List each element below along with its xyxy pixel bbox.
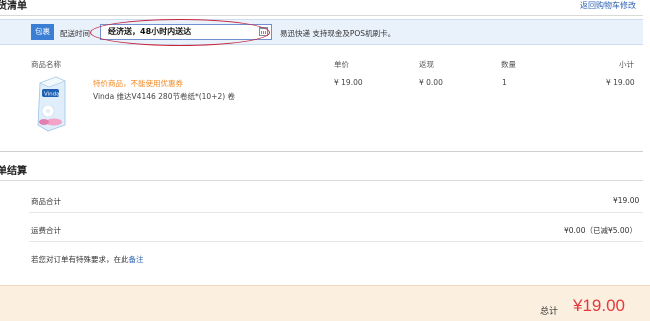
promo-note: 特价商品，不能使用优惠券 <box>93 79 183 88</box>
goods-total-value: ¥19.00 <box>613 196 640 205</box>
settlement-divider <box>0 180 643 181</box>
row-divider <box>29 241 643 242</box>
remark-prefix: 若您对订单有特殊要求，在此 <box>31 255 129 264</box>
express-note: 易迅快递 支持现金及POS机刷卡。 <box>280 29 396 38</box>
col-header-subtotal: 小计 <box>619 60 634 69</box>
product-name-link[interactable]: Vinda 维达V4146 280节卷纸*(10+2) 卷 <box>93 91 235 102</box>
shipping-total-value: ¥0.00（已减¥5.00） <box>564 226 637 235</box>
row-divider <box>29 212 643 213</box>
goods-total-label: 商品合计 <box>31 197 61 206</box>
col-header-quantity: 数量 <box>501 60 516 69</box>
remark-row: 若您对订单有特殊要求，在此备注 <box>31 254 144 265</box>
cart-section-title: 货清单 <box>0 1 27 12</box>
items-divider <box>0 151 643 152</box>
header-divider <box>0 15 643 16</box>
col-header-unit-price: 单价 <box>334 60 349 69</box>
product-image[interactable]: Vinda <box>34 75 67 132</box>
total-value: ¥19.00 <box>573 296 625 315</box>
col-header-name: 商品名称 <box>31 60 61 69</box>
col-header-rebate: 返现 <box>419 60 434 69</box>
back-to-cart-link[interactable]: 返回购物车修改 <box>580 0 636 11</box>
package-badge: 包裹 <box>31 24 54 40</box>
delivery-time-label: 配送时间 <box>60 29 90 38</box>
unit-price: ¥ 19.00 <box>334 78 363 87</box>
quantity-value: 1 <box>502 78 507 87</box>
total-label: 总计 <box>540 307 559 317</box>
svg-text:Vinda: Vinda <box>44 92 60 98</box>
remark-link[interactable]: 备注 <box>129 255 144 264</box>
shipping-total-label: 运费合计 <box>31 226 61 235</box>
rebate-value: ¥ 0.00 <box>419 78 443 87</box>
settlement-section-title: 单结算 <box>0 166 27 177</box>
subtotal-value: ¥ 19.00 <box>606 78 635 87</box>
highlight-annotation <box>90 19 270 46</box>
